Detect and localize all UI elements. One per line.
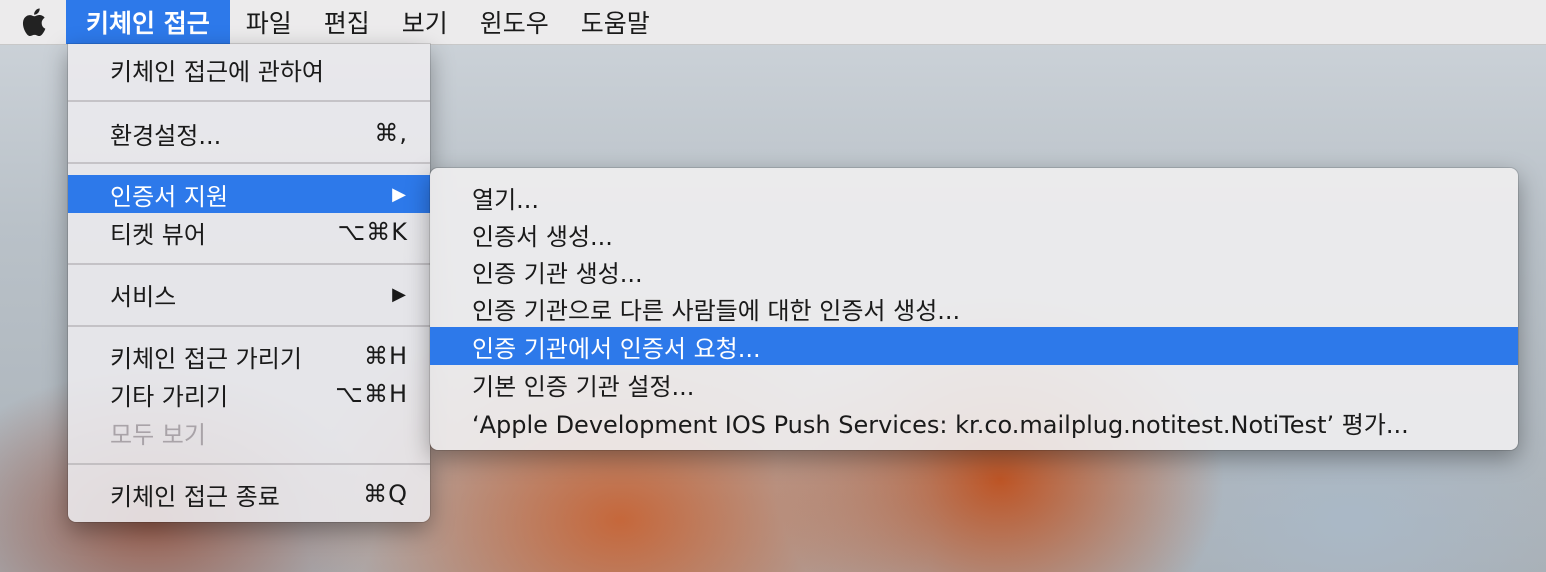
submenu-item-label: 인증 기관 생성...	[472, 259, 643, 288]
menubar-help[interactable]: 도움말	[565, 0, 666, 44]
menu-item-certificate-assistant[interactable]: 인증서 지원 ▶	[68, 175, 430, 213]
submenu-item-create-certificate-for-others[interactable]: 인증 기관으로 다른 사람들에 대한 인증서 생성...	[430, 289, 1518, 327]
apple-menu-button[interactable]	[0, 0, 66, 44]
submenu-item-set-default-ca[interactable]: 기본 인증 기관 설정...	[430, 365, 1518, 403]
menu-separator	[68, 100, 430, 102]
submenu-item-label: 인증 기관으로 다른 사람들에 대한 인증서 생성...	[472, 296, 961, 325]
submenu-item-create-certificate-authority[interactable]: 인증 기관 생성...	[430, 252, 1518, 290]
submenu-item-label: ‘Apple Development IOS Push Services: kr…	[472, 410, 1409, 439]
menu-separator	[68, 325, 430, 327]
menu-item-label: 키체인 접근 가리기	[110, 344, 302, 373]
menubar-keychain-access[interactable]: 키체인 접근	[66, 0, 230, 44]
menu-item-ticket-viewer[interactable]: 티켓 뷰어 ⌥⌘K	[68, 213, 430, 251]
menu-item-shortcut: ⌥⌘H	[335, 380, 408, 408]
submenu-item-label: 인증서 생성...	[472, 222, 613, 251]
menu-item-label: 티켓 뷰어	[110, 220, 206, 249]
apple-logo-icon	[22, 8, 46, 37]
submenu-arrow-icon: ▶	[392, 183, 406, 205]
menu-item-shortcut: ⌘Q	[363, 480, 408, 508]
menu-separator	[68, 263, 430, 265]
menubar-view[interactable]: 보기	[386, 0, 464, 44]
menu-item-quit[interactable]: 키체인 접근 종료 ⌘Q	[68, 475, 430, 513]
menu-item-shortcut: ⌘H	[363, 342, 408, 370]
menu-item-show-all: 모두 보기	[68, 413, 430, 451]
submenu-item-label: 열기...	[472, 185, 540, 214]
menu-separator	[68, 463, 430, 465]
menu-item-preferences[interactable]: 환경설정... ⌘,	[68, 114, 430, 152]
menu-item-services[interactable]: 서비스 ▶	[68, 275, 430, 313]
menubar-edit[interactable]: 편집	[308, 0, 386, 44]
menu-item-label: 키체인 접근에 관하여	[110, 57, 324, 86]
menu-item-shortcut: ⌥⌘K	[337, 218, 408, 246]
certificate-assistant-submenu: 열기... 인증서 생성... 인증 기관 생성... 인증 기관으로 다른 사…	[430, 168, 1518, 450]
submenu-arrow-icon: ▶	[392, 283, 406, 305]
menu-item-about[interactable]: 키체인 접근에 관하여	[68, 50, 430, 88]
menu-item-label: 환경설정...	[110, 121, 222, 150]
menu-separator	[68, 162, 430, 164]
menubar-window[interactable]: 윈도우	[464, 0, 565, 44]
menu-item-label: 기타 가리기	[110, 382, 229, 411]
submenu-item-label: 기본 인증 기관 설정...	[472, 372, 695, 401]
menu-item-label: 모두 보기	[110, 420, 206, 449]
submenu-item-label: 인증 기관에서 인증서 요청...	[472, 334, 761, 363]
menu-item-label: 인증서 지원	[110, 182, 229, 211]
menu-item-label: 키체인 접근 종료	[110, 482, 280, 511]
submenu-item-request-certificate[interactable]: 인증 기관에서 인증서 요청...	[430, 327, 1518, 365]
submenu-item-create-certificate[interactable]: 인증서 생성...	[430, 215, 1518, 253]
menu-item-shortcut: ⌘,	[374, 119, 408, 147]
menu-item-label: 서비스	[110, 282, 177, 311]
menu-item-hide[interactable]: 키체인 접근 가리기 ⌘H	[68, 337, 430, 375]
menubar-file[interactable]: 파일	[230, 0, 308, 44]
submenu-item-open[interactable]: 열기...	[430, 178, 1518, 216]
menu-bar: 키체인 접근 파일 편집 보기 윈도우 도움말	[0, 0, 1546, 45]
menu-item-hide-others[interactable]: 기타 가리기 ⌥⌘H	[68, 375, 430, 413]
submenu-item-evaluate-certificate[interactable]: ‘Apple Development IOS Push Services: kr…	[430, 403, 1518, 441]
keychain-access-menu: 키체인 접근에 관하여 환경설정... ⌘, 인증서 지원 ▶ 티켓 뷰어 ⌥⌘…	[68, 44, 430, 522]
